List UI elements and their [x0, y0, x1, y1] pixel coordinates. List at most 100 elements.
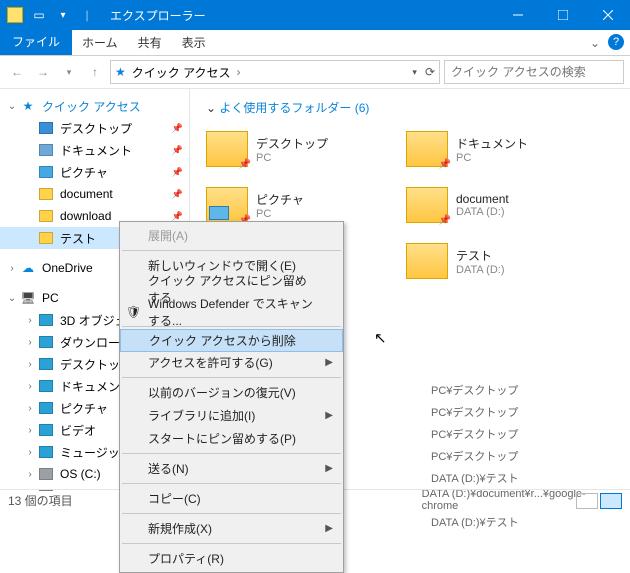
folder-name: ドキュメント [456, 135, 528, 152]
menu-item[interactable]: クイック アクセスから削除 [120, 329, 343, 352]
ribbon-collapse-icon[interactable]: ⌄ [590, 36, 600, 50]
recent-location: PC¥デスクトップ [431, 382, 518, 398]
menu-item-label: コピー(C) [148, 490, 201, 507]
back-button[interactable]: ← [6, 65, 28, 79]
menu-item[interactable]: ライブラリに追加(I)▶ [120, 404, 343, 427]
folder-name: document [456, 192, 509, 206]
submenu-arrow-icon: ▶ [325, 523, 333, 534]
pc-icon: 🖥 [20, 290, 36, 306]
close-button[interactable] [585, 0, 630, 30]
minimize-button[interactable] [495, 0, 540, 30]
menu-item-label: Windows Defender でスキャンする... [148, 295, 315, 329]
maximize-button[interactable] [540, 0, 585, 30]
nav-quick-access[interactable]: ⌄★クイック アクセス [0, 95, 189, 117]
forward-button[interactable]: → [32, 65, 54, 79]
nav-item-label: ピクチャ [60, 164, 108, 181]
folder-location: DATA (D:) [456, 206, 509, 218]
menu-item[interactable]: 🛡Windows Defender でスキャンする... [120, 300, 343, 323]
menu-item[interactable]: スタートにピン留めする(P) [120, 427, 343, 450]
menu-item[interactable]: プロパティ(R) [120, 547, 343, 570]
menu-separator [122, 453, 341, 454]
nav-item[interactable]: ドキュメント📌 [0, 139, 189, 161]
nav-item-label: download [60, 209, 111, 223]
folder-name: テスト [456, 247, 504, 264]
recent-locations-icon[interactable]: ▾ [58, 67, 80, 78]
address-dropdown-icon[interactable]: ▾ [412, 67, 417, 78]
menu-item-label: クイック アクセスから削除 [149, 332, 296, 349]
recent-location: PC¥デスクトップ [431, 448, 518, 464]
menu-item-label: プロパティ(R) [148, 550, 224, 567]
refresh-icon[interactable]: ⟳ [425, 65, 435, 79]
search-input[interactable] [444, 60, 624, 84]
section-header[interactable]: ⌄ よく使用するフォルダー (6) [206, 99, 614, 116]
nav-item[interactable]: ピクチャ📌 [0, 161, 189, 183]
cloud-icon: ☁ [20, 260, 36, 276]
menu-item-label: アクセスを許可する(G) [148, 354, 273, 371]
folder-item[interactable]: documentDATA (D:) [406, 180, 586, 230]
folder-item[interactable]: デスクトップPC [206, 124, 386, 174]
folder-icon [38, 186, 54, 202]
up-button[interactable]: ↑ [84, 65, 106, 79]
view-icons-button[interactable] [600, 493, 622, 509]
app-icon [4, 4, 26, 26]
folder-icon [38, 400, 54, 416]
folder-icon [38, 466, 54, 482]
folder-location: DATA (D:) [456, 264, 504, 276]
tab-view[interactable]: 表示 [172, 30, 216, 55]
folder-icon [406, 131, 448, 167]
menu-item-label: 以前のバージョンの復元(V) [148, 384, 296, 401]
shield-icon: 🛡 [126, 305, 141, 319]
tab-file[interactable]: ファイル [0, 28, 72, 55]
folder-icon [206, 131, 248, 167]
nav-item-label: デスクトップ [60, 120, 132, 137]
nav-item-label: OS (C:) [60, 467, 101, 481]
menu-item-label: 送る(N) [148, 460, 189, 477]
menu-separator [122, 483, 341, 484]
qat-new-folder-icon[interactable]: ▾ [52, 4, 74, 26]
menu-item[interactable]: アクセスを許可する(G) ▶ [120, 351, 343, 374]
folder-icon [38, 356, 54, 372]
folder-icon [38, 164, 54, 180]
qat-divider-icon: | [76, 4, 98, 26]
menu-item[interactable]: 送る(N)▶ [120, 457, 343, 480]
tab-home[interactable]: ホーム [72, 30, 128, 55]
folder-icon [206, 187, 248, 223]
folder-icon [38, 378, 54, 394]
folder-location: PC [256, 208, 304, 220]
nav-item-label: document [60, 187, 113, 201]
view-details-button[interactable] [576, 493, 598, 509]
help-icon[interactable]: ? [608, 34, 624, 50]
folder-icon [38, 230, 54, 246]
star-icon: ★ [20, 98, 36, 114]
menu-item[interactable]: 新規作成(X) ▶ [120, 517, 343, 540]
folder-icon [406, 243, 448, 279]
folder-location: PC [456, 152, 528, 164]
menu-item[interactable]: 以前のバージョンの復元(V) [120, 381, 343, 404]
breadcrumb-root[interactable]: クイック アクセス [132, 64, 231, 81]
breadcrumb-sep[interactable]: › [237, 65, 241, 79]
menu-item[interactable]: コピー(C) [120, 487, 343, 510]
tab-share[interactable]: 共有 [128, 30, 172, 55]
menu-separator [122, 543, 341, 544]
folder-item[interactable]: ドキュメントPC [406, 124, 586, 174]
menu-separator [122, 377, 341, 378]
status-text: 13 個の項目 [8, 492, 73, 509]
menu-separator [122, 513, 341, 514]
menu-item-label: 新規作成(X) [148, 520, 212, 537]
nav-item-label: テスト [60, 230, 96, 247]
address-bar[interactable]: ★ クイック アクセス › ▾ ⟳ [110, 60, 440, 84]
folder-icon [38, 208, 54, 224]
nav-item-label: ドキュメント [60, 142, 132, 159]
qat-properties-icon[interactable]: ▭ [28, 4, 50, 26]
nav-item[interactable]: デスクトップ📌 [0, 117, 189, 139]
menu-item[interactable]: 展開(A) [120, 224, 343, 247]
submenu-arrow-icon: ▶ [325, 357, 333, 368]
quick-access-icon: ★ [115, 65, 126, 79]
folder-name: デスクトップ [256, 135, 328, 152]
folder-item[interactable]: テストDATA (D:) [406, 236, 586, 286]
nav-item[interactable]: document📌 [0, 183, 189, 205]
folder-icon [38, 142, 54, 158]
nav-item-label: ピクチャ [60, 400, 108, 417]
folder-icon [38, 444, 54, 460]
folder-icon [406, 187, 448, 223]
